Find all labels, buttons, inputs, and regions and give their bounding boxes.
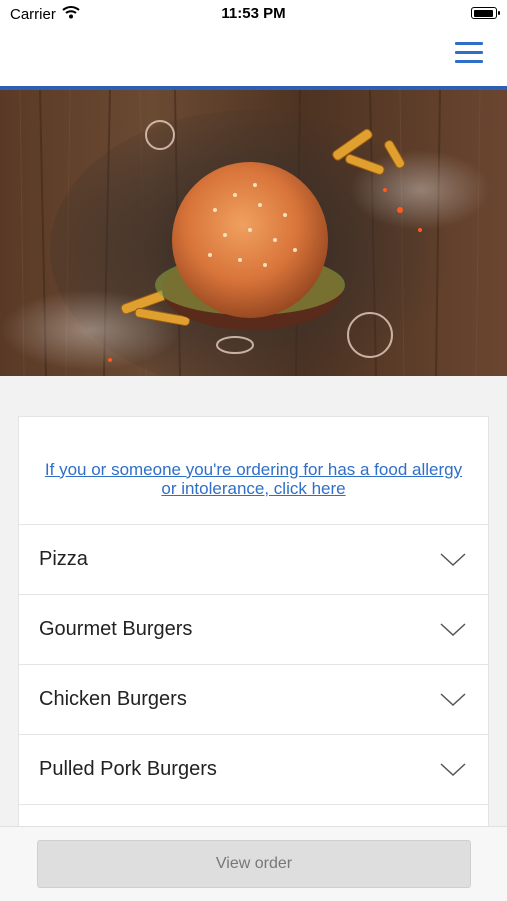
- category-label: Pizza: [39, 548, 88, 570]
- chevron-down-icon: [440, 762, 466, 777]
- allergy-link[interactable]: If you or someone you're ordering for ha…: [39, 460, 468, 498]
- chevron-down-icon: [440, 552, 466, 567]
- category-gourmet-burgers[interactable]: Gourmet Burgers: [19, 595, 488, 665]
- category-pulled-pork-burgers[interactable]: Pulled Pork Burgers: [19, 735, 488, 805]
- battery-icon: [471, 7, 500, 19]
- hero-image: [0, 90, 507, 376]
- footer-bar: View order: [0, 826, 507, 901]
- chevron-down-icon: [440, 622, 466, 637]
- category-chicken-burgers[interactable]: Chicken Burgers: [19, 665, 488, 735]
- menu-card: If you or someone you're ordering for ha…: [18, 416, 489, 846]
- status-time: 11:53 PM: [221, 5, 286, 22]
- app-header: [0, 28, 507, 90]
- hamburger-menu-icon[interactable]: [455, 40, 483, 66]
- chevron-down-icon: [440, 692, 466, 707]
- view-order-button[interactable]: View order: [37, 840, 471, 888]
- category-label: Chicken Burgers: [39, 688, 187, 710]
- allergy-section: If you or someone you're ordering for ha…: [19, 417, 488, 525]
- category-label: Pulled Pork Burgers: [39, 758, 217, 780]
- category-label: Gourmet Burgers: [39, 618, 193, 640]
- status-bar: Carrier 11:53 PM: [0, 0, 507, 28]
- category-pizza[interactable]: Pizza: [19, 525, 488, 595]
